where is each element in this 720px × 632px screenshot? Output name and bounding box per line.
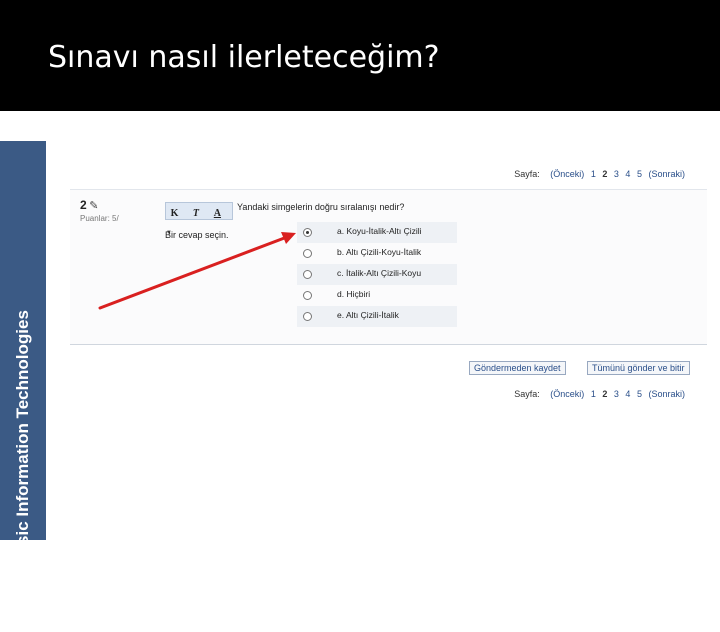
annotation-arrow [98,232,296,310]
arrow-shaft [98,235,289,310]
